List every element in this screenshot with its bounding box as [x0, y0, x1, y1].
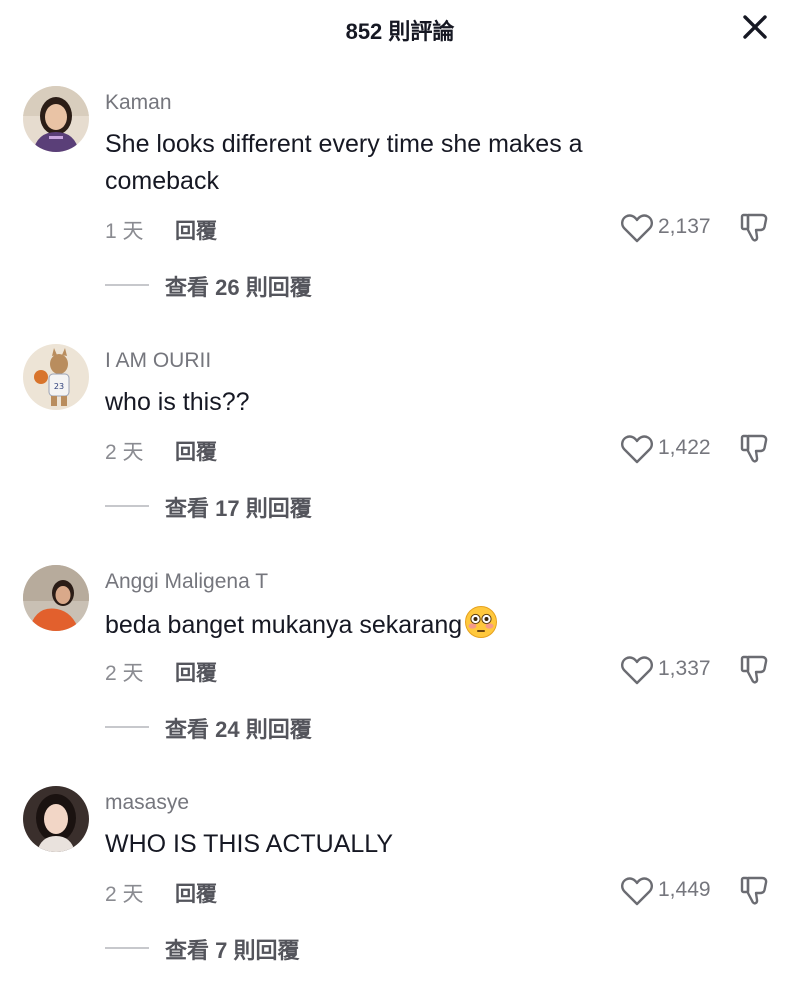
like-count: 1,337	[658, 657, 711, 680]
avatar[interactable]	[23, 86, 89, 152]
divider-line	[105, 947, 149, 949]
divider-line	[105, 726, 149, 728]
divider-line	[105, 505, 149, 507]
heart-outline-icon	[621, 214, 653, 243]
thumbs-down-icon	[740, 655, 768, 684]
svg-text:23: 23	[54, 382, 64, 391]
like-count: 1,449	[658, 878, 711, 901]
comment-username[interactable]: I AM OURII	[105, 349, 211, 373]
like-count: 2,137	[658, 215, 711, 238]
comment-item: Anggi Maligena T beda banget mukanya sek…	[0, 565, 800, 786]
comment-text: She looks different every time she makes…	[105, 126, 705, 200]
thumbs-down-icon	[740, 213, 768, 242]
comment-text-line: She looks different every time she makes…	[105, 130, 583, 158]
close-icon	[743, 15, 767, 39]
comment-text: who is this??	[105, 388, 250, 416]
close-button[interactable]	[738, 10, 772, 44]
heart-outline-icon	[621, 656, 653, 685]
avatar[interactable]	[23, 786, 89, 852]
dislike-button[interactable]	[740, 654, 770, 691]
comment-time: 1 天	[105, 220, 144, 243]
comment-time: 2 天	[105, 883, 144, 906]
comment-time: 2 天	[105, 441, 144, 464]
dislike-button[interactable]	[740, 875, 770, 912]
comment-username[interactable]: masasye	[105, 791, 189, 815]
reply-button[interactable]: 回覆	[175, 436, 217, 466]
dislike-button[interactable]	[740, 433, 770, 470]
like-count: 1,422	[658, 436, 711, 459]
thumbs-down-icon	[740, 876, 768, 905]
reply-button[interactable]: 回覆	[175, 878, 217, 908]
comment-item: masasye WHO IS THIS ACTUALLY 2 天 回覆 1,44…	[0, 786, 800, 1007]
view-replies-label: 查看 17 則回覆	[165, 496, 312, 521]
reply-button[interactable]: 回覆	[175, 657, 217, 687]
comments-header: 852 則評論	[0, 0, 800, 60]
flushed-face-emoji	[465, 606, 498, 638]
comment-username[interactable]: Kaman	[105, 91, 172, 115]
comment-item: 23 I AM OURII who is this?? 2 天 回覆 1,422…	[0, 344, 800, 565]
heart-outline-icon	[621, 435, 653, 464]
view-replies-label: 查看 24 則回覆	[165, 717, 312, 742]
view-replies-label: 查看 26 則回覆	[165, 275, 312, 300]
avatar[interactable]: 23	[23, 344, 89, 410]
thumbs-down-icon	[740, 434, 768, 463]
view-replies-label: 查看 7 則回覆	[165, 938, 300, 963]
comment-text: beda banget mukanya sekarang	[105, 605, 705, 644]
reply-button[interactable]: 回覆	[175, 215, 217, 245]
comment-text: WHO IS THIS ACTUALLY	[105, 830, 394, 858]
heart-outline-icon	[621, 877, 653, 906]
divider-line	[105, 284, 149, 286]
comment-time: 2 天	[105, 662, 144, 685]
avatar[interactable]	[23, 565, 89, 631]
dislike-button[interactable]	[740, 212, 770, 249]
comment-count-title: 852 則評論	[345, 19, 455, 44]
comment-username[interactable]: Anggi Maligena T	[105, 570, 268, 594]
comment-text-content: beda banget mukanya sekarang	[105, 611, 463, 639]
comment-item: Kaman She looks different every time she…	[0, 86, 800, 307]
comment-text-line: comeback	[105, 167, 219, 195]
